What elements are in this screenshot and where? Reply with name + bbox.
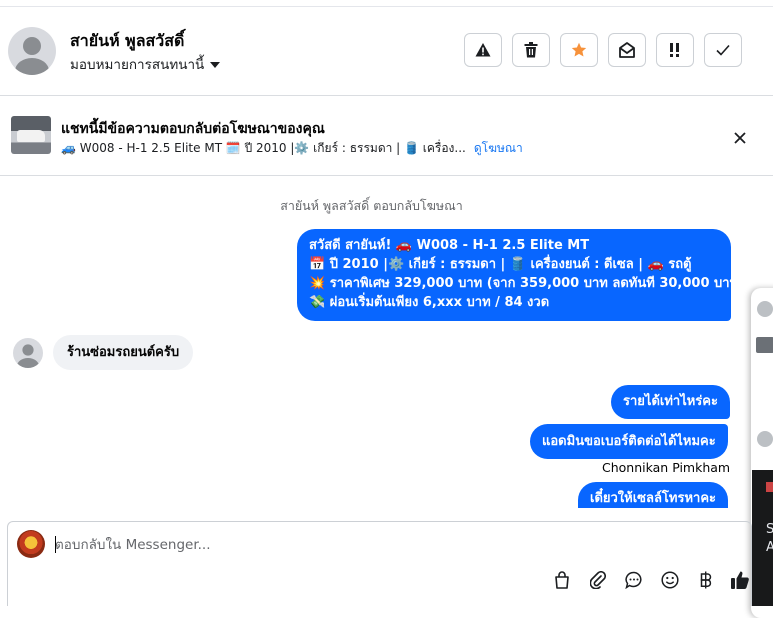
ad-message-bubble: สวัสดี สายันห์! 🚗 W008 - H-1 2.5 Elite M… xyxy=(297,229,751,321)
report-button[interactable] xyxy=(464,33,502,67)
reply-input[interactable] xyxy=(55,532,655,558)
envelope-open-icon xyxy=(619,42,635,58)
caret-down-icon xyxy=(210,62,221,68)
sender-label: Chonnikan Pimkham xyxy=(602,460,731,475)
mark-unread-button[interactable] xyxy=(608,33,646,67)
assign-conversation-dropdown[interactable]: มอบหมายการสนทนานี้ xyxy=(70,53,221,75)
incoming-message-bubble: ร้านซ่อมรถยนต์ครับ xyxy=(53,335,194,370)
chat-bubble-icon xyxy=(625,571,642,589)
thumbs-up-icon xyxy=(731,571,749,589)
contact-avatar-small xyxy=(13,338,43,368)
ad-message-line: 💥 ราคาพิเศษ 329,000 บาท (จาก 359,000 บาท… xyxy=(309,276,751,291)
side-avatar xyxy=(757,301,773,317)
close-icon xyxy=(734,132,746,144)
trash-icon xyxy=(524,42,538,58)
ad-reply-note: สายันห์ พูลสวัสดิ์ ตอบกลับโฆษณา xyxy=(280,198,463,213)
text-caret xyxy=(55,536,56,553)
view-ad-link[interactable]: ดูโฆษณา xyxy=(474,141,523,155)
outgoing-message-bubble: เดี๋ยวให้เซลล์โทรหาคะ xyxy=(578,482,729,508)
star-button[interactable] xyxy=(560,33,598,67)
ad-summary: 🚙 W008 - H-1 2.5 Elite MT 🗓️ ปี 2010 |⚙️… xyxy=(61,141,466,155)
check-icon xyxy=(716,44,730,56)
priority-button[interactable] xyxy=(656,33,694,67)
side-ad-thumbnail xyxy=(756,337,773,353)
side-panel-text: S xyxy=(766,522,773,537)
attach-button[interactable] xyxy=(586,568,610,592)
payment-button[interactable] xyxy=(694,568,718,592)
conversation-header: สายันห์ พูลสวัสดิ์ มอบหมายการสนทนานี้ xyxy=(0,7,773,96)
star-icon xyxy=(571,42,587,57)
baht-icon xyxy=(700,571,712,589)
shopping-bag-icon xyxy=(555,571,569,589)
saved-reply-button[interactable] xyxy=(622,568,646,592)
ad-message-line: สวัสดี สายันห์! 🚗 W008 - H-1 2.5 Elite M… xyxy=(309,238,590,253)
ad-banner-subtitle: 🚙 W008 - H-1 2.5 Elite MT 🗓️ ปี 2010 |⚙️… xyxy=(61,139,523,158)
paperclip-icon xyxy=(590,571,606,589)
emoji-icon xyxy=(661,571,679,589)
delete-button[interactable] xyxy=(512,33,550,67)
ad-reply-banner: แชทนี้มีข้อความตอบกลับต่อโฆษณาของคุณ 🚙 W… xyxy=(0,96,773,176)
warning-icon xyxy=(475,43,491,57)
side-panel-icon xyxy=(766,482,773,492)
contact-name[interactable]: สายันห์ พูลสวัสดิ์ xyxy=(70,29,184,54)
mark-done-button[interactable] xyxy=(704,33,742,67)
assign-label: มอบหมายการสนทนานี้ xyxy=(70,57,205,73)
ad-message-line: 📅 ปี 2010 |⚙️ เกียร์ : ธรรมดา | 🛢️ เครื่… xyxy=(309,257,692,272)
side-dark-panel: S A xyxy=(752,470,773,606)
side-panel-text: A xyxy=(766,540,773,555)
exclamation-icon xyxy=(670,43,679,57)
contact-avatar[interactable] xyxy=(8,27,56,75)
outgoing-message-bubble: แอดมินขอเบอร์ติดต่อได้ไหมคะ xyxy=(530,424,728,459)
message-composer xyxy=(7,521,752,606)
ad-thumbnail[interactable] xyxy=(11,116,51,154)
ad-message-line: 💸 ผ่อนเริ่มต้นเพียง 6,xxx บาท / 84 งวด xyxy=(309,295,550,310)
close-banner-button[interactable] xyxy=(728,126,752,150)
emoji-button[interactable] xyxy=(658,568,682,592)
bag-button[interactable] xyxy=(550,568,574,592)
ad-banner-title: แชทนี้มีข้อความตอบกลับต่อโฆษณาของคุณ xyxy=(61,121,325,137)
page-avatar xyxy=(17,530,45,558)
like-button[interactable] xyxy=(728,568,752,592)
side-avatar xyxy=(757,431,773,447)
outgoing-message-bubble: รายได้เท่าไหร่คะ xyxy=(611,385,730,419)
